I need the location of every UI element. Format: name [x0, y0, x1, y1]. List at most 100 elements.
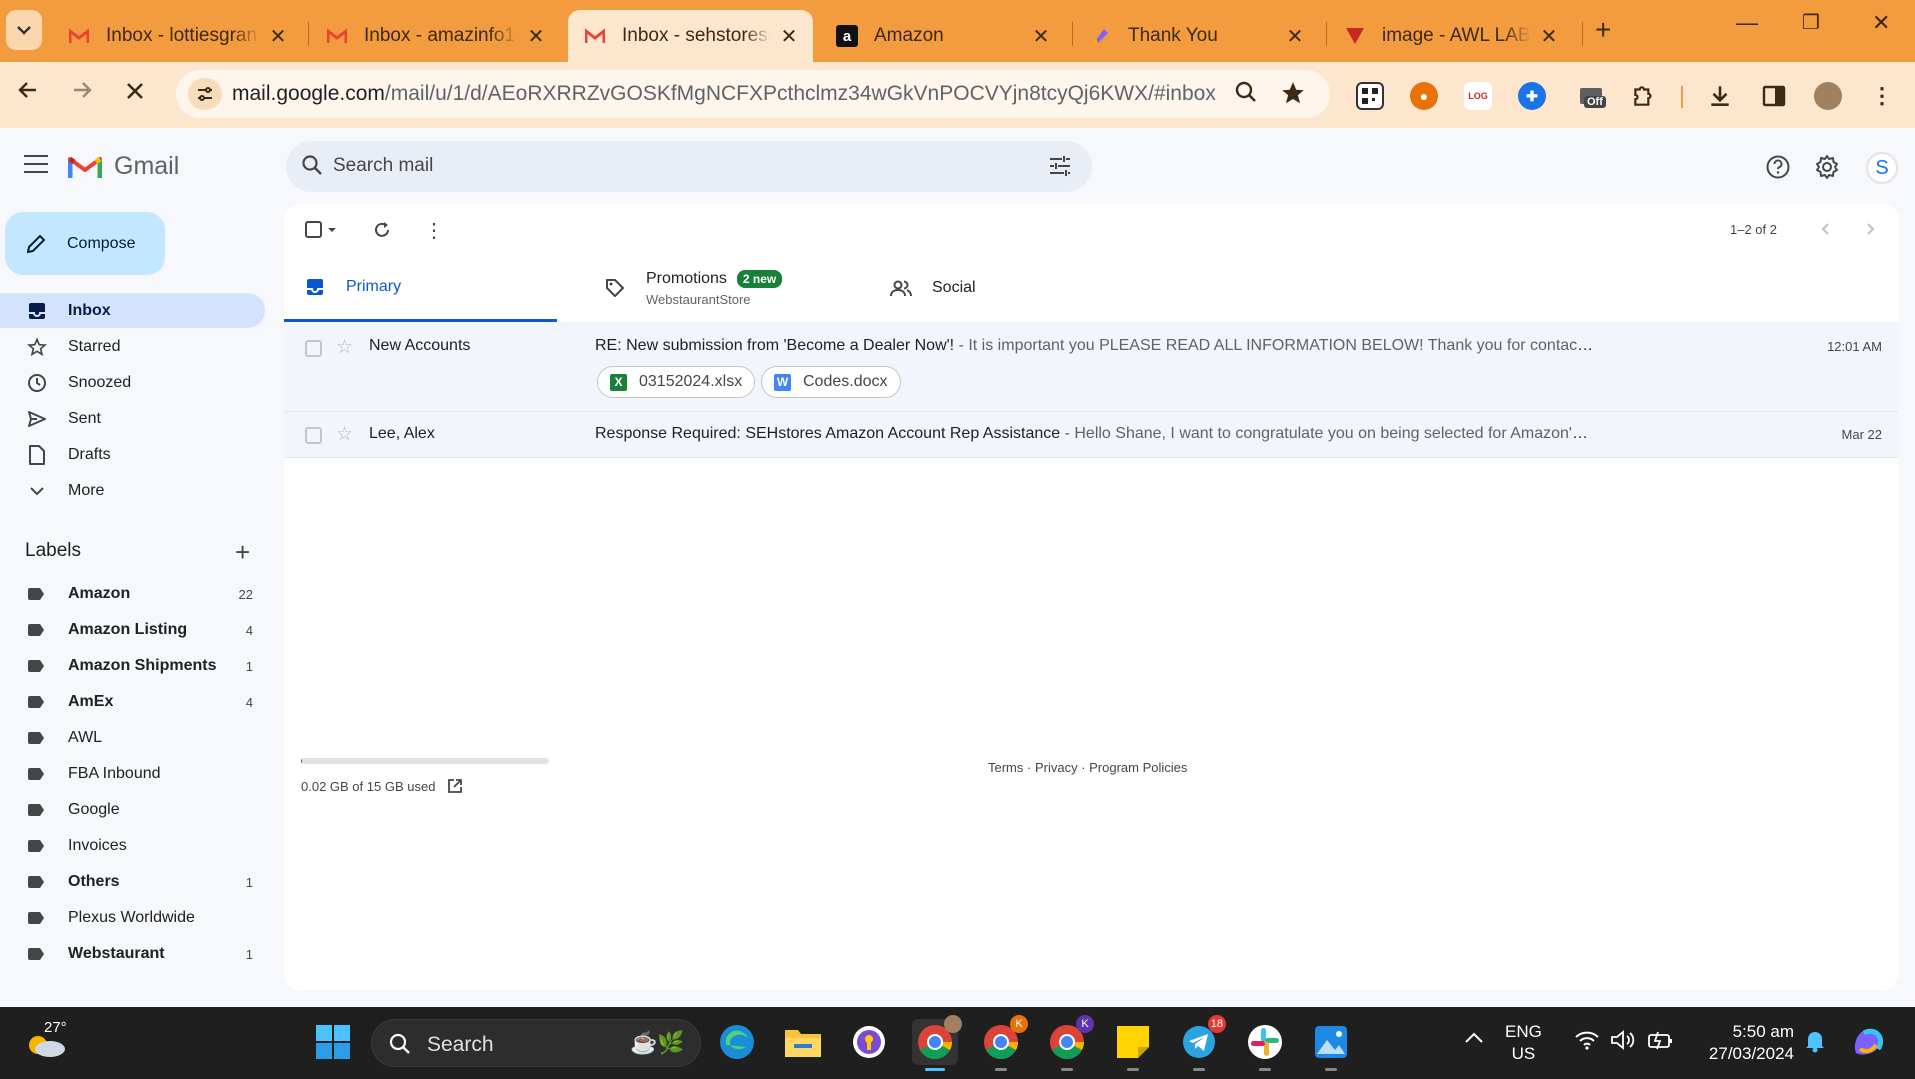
- browser-tab[interactable]: Inbox - lottiesgran ✕: [52, 10, 302, 62]
- input-language[interactable]: ENG US: [1505, 1021, 1542, 1065]
- main-menu-icon[interactable]: [24, 155, 48, 173]
- tab-promotions[interactable]: Promotions 2 new WebstaurantStore: [584, 254, 844, 322]
- close-icon[interactable]: ✕: [779, 24, 799, 49]
- select-all-checkbox[interactable]: [304, 220, 340, 245]
- tab-social[interactable]: Social: [870, 254, 1130, 322]
- stop-loading-button[interactable]: [124, 78, 146, 109]
- search-input[interactable]: Search mail: [333, 155, 433, 177]
- close-icon[interactable]: ✕: [1539, 24, 1559, 49]
- photos-icon[interactable]: [1308, 1019, 1354, 1071]
- sidebar-label-plexus-worldwide[interactable]: Plexus Worldwide: [0, 901, 265, 935]
- sidebar-label-amazon-listing[interactable]: Amazon Listing 4: [0, 613, 265, 647]
- more-vert-icon[interactable]: ⋮: [1868, 82, 1896, 110]
- chrome-icon-active[interactable]: [912, 1015, 962, 1071]
- sidebar-item-sent[interactable]: Sent: [0, 401, 265, 436]
- chevron-up-icon[interactable]: [1464, 1031, 1484, 1049]
- notification-bell-icon[interactable]: [1804, 1029, 1826, 1058]
- tab-primary[interactable]: Primary: [284, 254, 557, 322]
- sidebar-label-webstaurant[interactable]: Webstaurant 1: [0, 937, 265, 971]
- refresh-icon[interactable]: [372, 220, 392, 245]
- window-close-button[interactable]: ✕: [1872, 10, 1890, 36]
- edge-icon[interactable]: [714, 1019, 760, 1065]
- sidebar-label-google[interactable]: Google: [0, 793, 265, 827]
- login-extension-icon[interactable]: LOG: [1464, 82, 1492, 110]
- taskbar-search[interactable]: Search ☕🌿: [371, 1019, 701, 1067]
- slack-icon[interactable]: [1242, 1019, 1288, 1071]
- star-icon[interactable]: ☆: [336, 423, 353, 446]
- forward-button[interactable]: [70, 78, 94, 109]
- chevron-left-icon[interactable]: [1820, 222, 1832, 241]
- zoom-icon[interactable]: [1234, 80, 1258, 111]
- browser-tab[interactable]: image - AWL LABE ✕: [1328, 10, 1573, 62]
- restore-button[interactable]: ❐: [1802, 10, 1820, 35]
- row-checkbox[interactable]: [305, 340, 322, 357]
- clock[interactable]: 5:50 am 27/03/2024: [1694, 1021, 1794, 1065]
- windows-start-icon[interactable]: [310, 1019, 356, 1065]
- browser-tab[interactable]: Thank You ✕: [1074, 10, 1319, 62]
- more-vert-icon[interactable]: ⋮: [424, 218, 444, 243]
- attachment-chip[interactable]: X 03152024.xlsx: [597, 366, 756, 398]
- minimize-button[interactable]: —: [1736, 10, 1758, 36]
- program-policies-link[interactable]: Program Policies: [1089, 760, 1187, 775]
- create-label-button[interactable]: +: [235, 537, 250, 568]
- orange-extension-icon[interactable]: ●: [1410, 82, 1438, 110]
- search-bar[interactable]: Search mail: [286, 141, 1092, 192]
- qr-code-extension-icon[interactable]: [1356, 82, 1384, 110]
- help-icon[interactable]: [1765, 154, 1793, 182]
- copilot-icon[interactable]: [1850, 1023, 1890, 1066]
- new-tab-button[interactable]: +: [1595, 14, 1611, 46]
- email-row[interactable]: ☆ New Accounts RE: New submission from '…: [284, 322, 1899, 412]
- search-options-icon[interactable]: [1048, 155, 1072, 177]
- wifi-icon[interactable]: [1574, 1029, 1600, 1056]
- sidebar-item-more[interactable]: More: [0, 473, 265, 508]
- sidebar-item-starred[interactable]: Starred: [0, 329, 265, 364]
- compose-button[interactable]: Compose: [5, 212, 165, 275]
- sidebar-label-fba-inbound[interactable]: FBA Inbound: [0, 757, 265, 791]
- side-panel-icon[interactable]: [1760, 82, 1788, 110]
- open-in-new-icon[interactable]: [447, 778, 463, 794]
- search-icon[interactable]: [300, 153, 326, 179]
- download-icon[interactable]: [1706, 82, 1734, 110]
- account-avatar[interactable]: S: [1866, 152, 1898, 184]
- back-button[interactable]: [16, 78, 40, 109]
- address-bar[interactable]: mail.google.com/mail/u/1/d/AEoRXRRZvGOSK…: [176, 70, 1330, 118]
- chrome-profile-k-icon[interactable]: K: [978, 1015, 1028, 1071]
- blue-extension-icon[interactable]: ✚: [1518, 82, 1546, 110]
- sticky-notes-icon[interactable]: [1110, 1019, 1156, 1071]
- sidebar-label-amazon-shipments[interactable]: Amazon Shipments 1: [0, 649, 265, 683]
- chrome-profile-k2-icon[interactable]: K: [1044, 1015, 1094, 1071]
- tab-search-button[interactable]: [6, 10, 42, 50]
- close-icon[interactable]: ✕: [268, 24, 288, 49]
- browser-tab[interactable]: Inbox - amazinfo1 ✕: [310, 10, 560, 62]
- site-info-icon[interactable]: [188, 78, 222, 110]
- battery-icon[interactable]: [1646, 1029, 1674, 1056]
- settings-gear-icon[interactable]: [1814, 154, 1842, 182]
- sidebar-item-drafts[interactable]: Drafts: [0, 437, 265, 472]
- browser-tab[interactable]: a Amazon ✕: [820, 10, 1065, 62]
- sidebar-label-amazon[interactable]: Amazon 22: [0, 577, 265, 611]
- close-icon[interactable]: ✕: [1285, 24, 1305, 49]
- bookmark-star-icon[interactable]: [1280, 80, 1306, 113]
- sidebar-item-inbox[interactable]: Inbox: [0, 293, 265, 328]
- sidebar-label-awl[interactable]: AWL: [0, 721, 265, 755]
- sidebar-label-others[interactable]: Others 1: [0, 865, 265, 899]
- volume-icon[interactable]: [1610, 1029, 1636, 1056]
- profile-avatar[interactable]: [1814, 82, 1842, 110]
- privacy-link[interactable]: Privacy: [1035, 760, 1078, 775]
- gmail-logo[interactable]: Gmail: [67, 152, 179, 181]
- norton-password-icon[interactable]: [846, 1019, 892, 1065]
- sidebar-label-invoices[interactable]: Invoices: [0, 829, 265, 863]
- browser-tab-active[interactable]: Inbox - sehstores@ ✕: [568, 10, 813, 62]
- attachment-chip[interactable]: W Codes.docx: [761, 366, 901, 398]
- chevron-right-icon[interactable]: [1864, 222, 1876, 241]
- email-row[interactable]: ☆ Lee, Alex Response Required: SEHstores…: [284, 412, 1899, 458]
- terms-link[interactable]: Terms: [988, 760, 1023, 775]
- extensions-puzzle-icon[interactable]: [1630, 82, 1658, 110]
- close-icon[interactable]: ✕: [526, 24, 546, 49]
- close-icon[interactable]: ✕: [1031, 24, 1051, 49]
- sidebar-label-amex[interactable]: AmEx 4: [0, 685, 265, 719]
- row-checkbox[interactable]: [305, 427, 322, 444]
- sidebar-item-snoozed[interactable]: Snoozed: [0, 365, 265, 400]
- off-extension-icon[interactable]: Off: [1572, 82, 1612, 110]
- telegram-icon[interactable]: 18: [1176, 1015, 1226, 1071]
